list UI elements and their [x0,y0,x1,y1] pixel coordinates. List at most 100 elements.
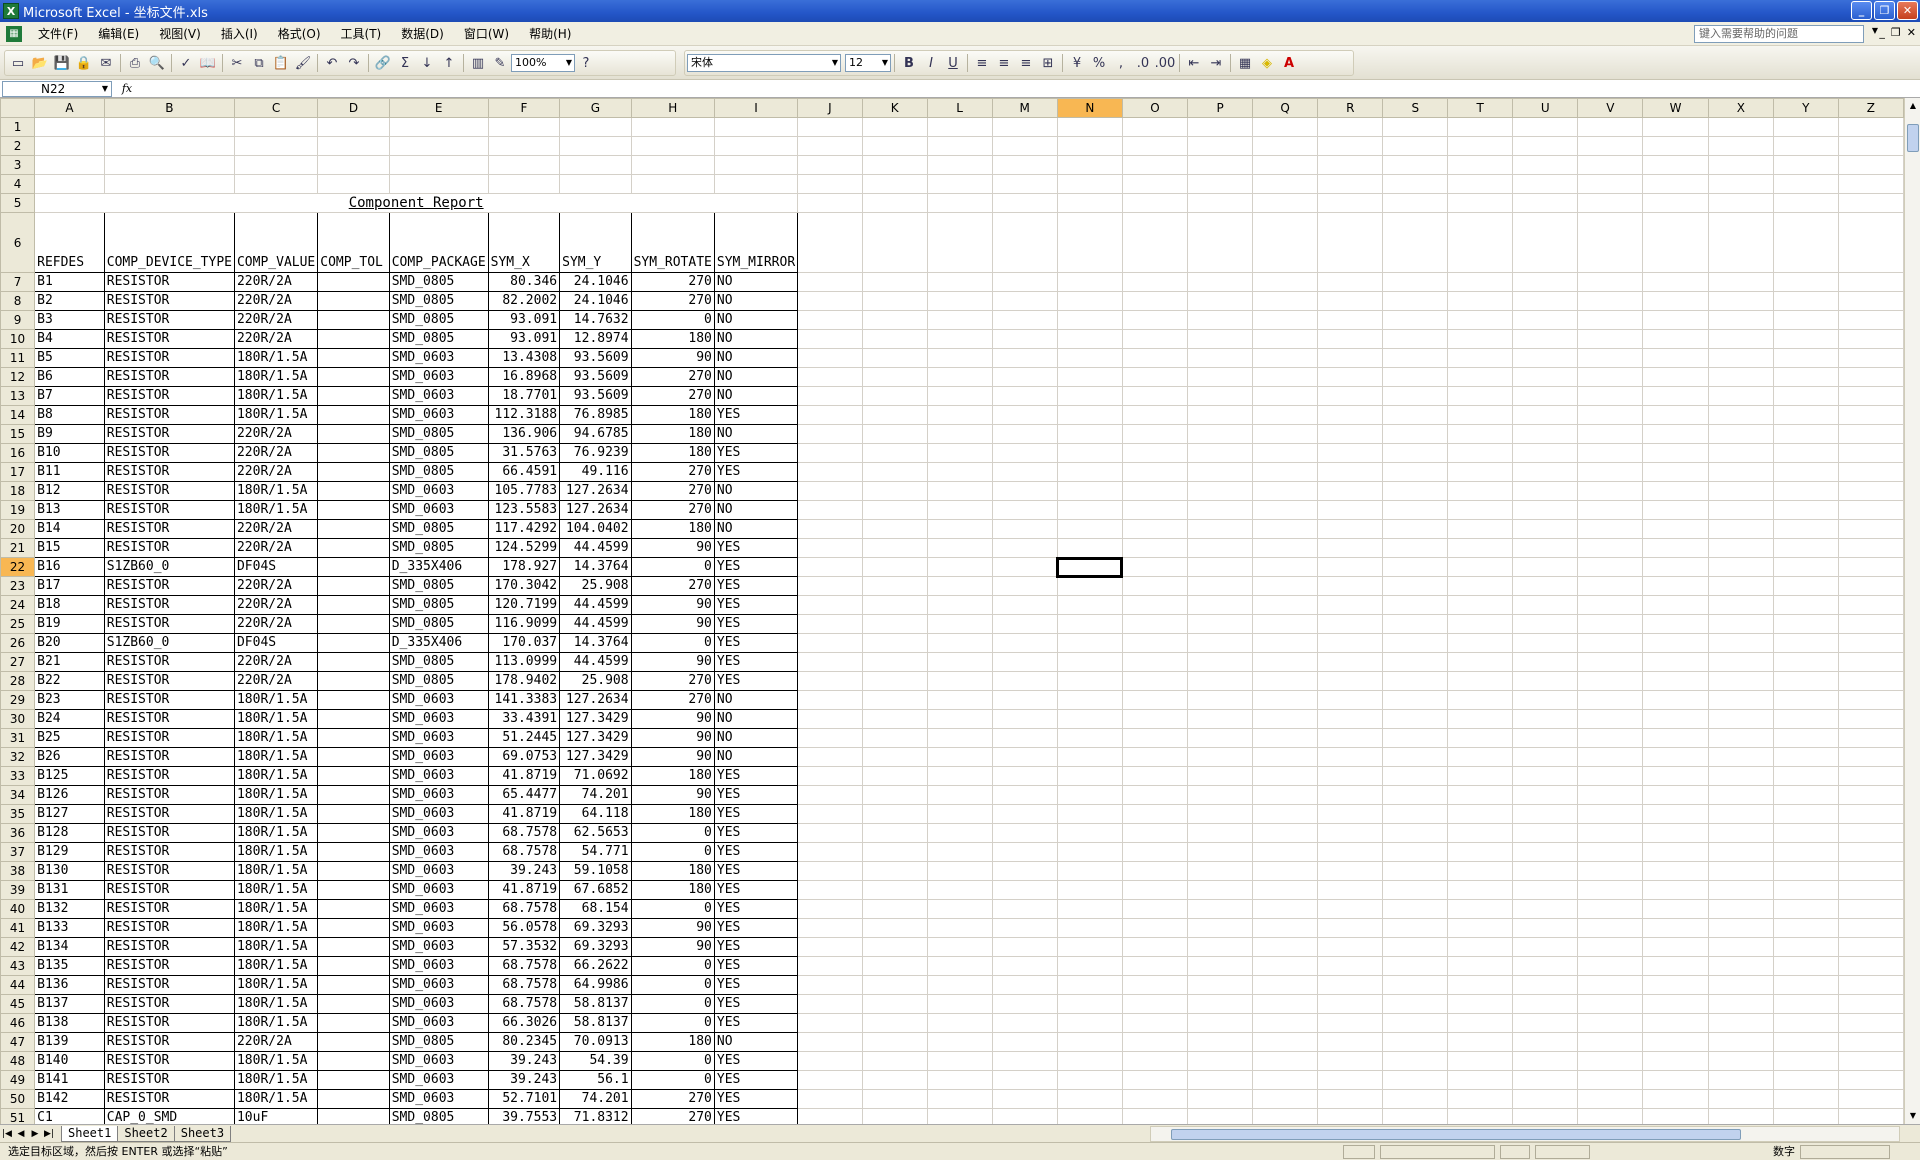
cell[interactable]: SMD_0603 [388,918,489,938]
cell[interactable]: 71.8312 [559,1108,632,1124]
cell[interactable] [1707,956,1774,976]
cell[interactable] [1121,937,1189,957]
cell[interactable]: 62.5653 [559,823,632,843]
cell[interactable] [713,117,799,137]
cell[interactable]: SMD_0603 [388,785,489,805]
cell[interactable] [1512,823,1579,843]
cell[interactable]: RESISTOR [103,1089,235,1109]
cell[interactable] [1121,728,1189,748]
cell[interactable] [991,329,1058,349]
cell[interactable] [1837,804,1904,824]
cell[interactable] [1187,633,1254,653]
cell[interactable]: SMD_0603 [388,899,489,919]
cell[interactable] [1707,823,1774,843]
cell[interactable] [1056,671,1123,691]
cell[interactable] [317,975,390,995]
cell[interactable]: 74.201 [559,785,632,805]
cell[interactable] [1121,1070,1189,1090]
cell[interactable] [317,174,390,194]
cell[interactable] [1837,424,1904,444]
cell[interactable] [1382,823,1449,843]
cell[interactable] [1512,348,1579,368]
cell[interactable] [1382,614,1449,634]
cell[interactable] [1382,538,1449,558]
cell[interactable] [1837,1070,1904,1090]
cell[interactable] [797,633,863,653]
row-header[interactable]: 10 [0,329,36,349]
cell[interactable] [317,1108,390,1124]
cell[interactable] [1642,291,1709,311]
cell[interactable]: B23 [34,690,105,710]
cell[interactable] [1772,785,1839,805]
cell[interactable] [1056,576,1123,596]
cell[interactable] [1642,155,1709,175]
cell[interactable] [1512,1013,1579,1033]
cell[interactable]: B8 [34,405,105,425]
cell[interactable] [1317,155,1384,175]
cell[interactable] [1121,329,1189,349]
row-header[interactable]: 51 [0,1108,36,1124]
first-sheet-icon[interactable]: |◀ [0,1129,14,1139]
cell[interactable] [797,212,863,273]
cell[interactable]: B10 [34,443,105,463]
cell[interactable] [1121,861,1189,881]
last-sheet-icon[interactable]: ▶| [42,1129,56,1139]
cell[interactable] [1642,899,1709,919]
cell[interactable]: B21 [34,652,105,672]
cell[interactable]: YES [713,462,799,482]
cell[interactable] [1512,519,1579,539]
cell[interactable] [1056,633,1123,653]
cell[interactable]: 90 [630,709,715,729]
cell[interactable] [1577,1051,1644,1071]
cell[interactable]: 58.8137 [559,1013,632,1033]
column-header[interactable]: Z [1837,98,1904,118]
cell[interactable]: RESISTOR [103,519,235,539]
cell[interactable] [317,823,390,843]
cell[interactable] [1121,1032,1189,1052]
cell[interactable] [1317,1051,1384,1071]
cell[interactable] [797,500,863,520]
cell[interactable] [861,193,928,213]
cell[interactable] [1512,386,1579,406]
research-icon[interactable]: 📖 [197,52,219,74]
row-header[interactable]: 15 [0,424,36,444]
column-header[interactable]: G [559,98,632,118]
cell[interactable] [1121,747,1189,767]
cell[interactable]: 90 [630,538,715,558]
cell[interactable] [1837,310,1904,330]
cell[interactable] [1772,747,1839,767]
cell[interactable] [317,1089,390,1109]
cell[interactable] [991,538,1058,558]
cell[interactable] [1447,212,1514,273]
cell[interactable] [991,633,1058,653]
cell[interactable] [1317,633,1384,653]
cell[interactable] [1252,633,1319,653]
cell[interactable] [1837,291,1904,311]
cell[interactable] [991,272,1058,292]
cell[interactable]: 220R/2A [233,443,319,463]
cell[interactable] [1252,557,1319,577]
cell[interactable] [1577,899,1644,919]
cell[interactable]: RESISTOR [103,709,235,729]
cell[interactable] [1772,975,1839,995]
help-icon[interactable]: ? [575,52,597,74]
cell[interactable]: 270 [630,291,715,311]
cell[interactable]: 33.4391 [487,709,561,729]
cell[interactable] [1837,481,1904,501]
cell[interactable] [797,1089,863,1109]
cell[interactable] [1512,212,1579,273]
cell[interactable]: 270 [630,367,715,387]
row-header[interactable]: 47 [0,1032,36,1052]
cell[interactable]: NO [713,367,799,387]
cell[interactable] [861,291,928,311]
cell[interactable]: RESISTOR [103,386,235,406]
scroll-thumb[interactable] [1907,124,1919,152]
cell[interactable] [233,136,319,156]
cell[interactable] [1382,576,1449,596]
cell[interactable] [1642,823,1709,843]
cell[interactable] [1252,386,1319,406]
cell[interactable]: SMD_0805 [388,310,489,330]
cell[interactable]: 180R/1.5A [233,1013,319,1033]
cell[interactable] [1382,424,1449,444]
cell[interactable] [991,861,1058,881]
